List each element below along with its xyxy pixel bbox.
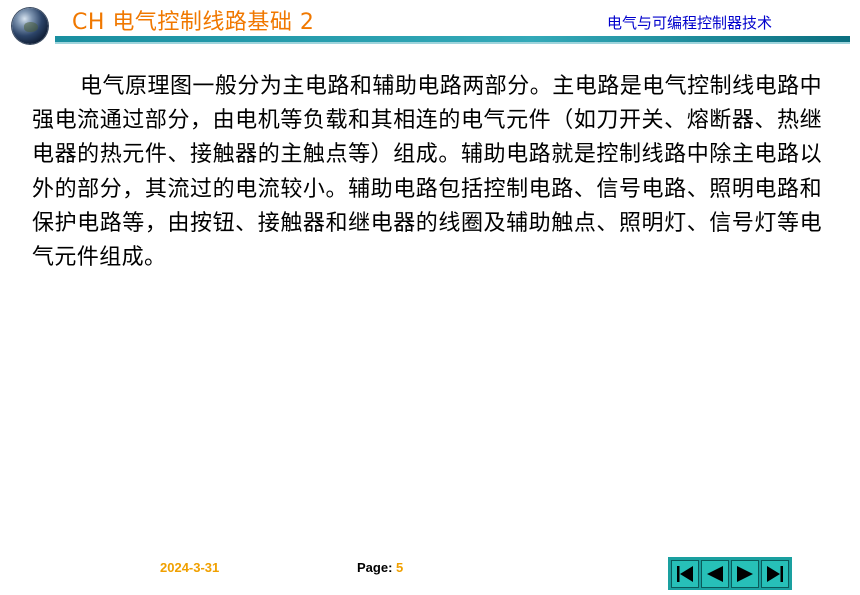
page-label: Page: [357,560,393,575]
first-page-icon [677,565,693,582]
last-page-button[interactable] [761,559,789,588]
previous-page-button[interactable] [701,559,729,588]
slide-navigation-bar [668,557,792,590]
chapter-title: CH 电气控制线路基础 2 [72,10,315,35]
globe-logo-icon [12,8,48,44]
main-content: 电气原理图一般分为主电路和辅助电路两部分。主电路是电气控制线电路中强电流通过部分… [32,70,822,275]
footer-page-indicator: Page: 5 [357,560,403,575]
first-page-button[interactable] [671,559,699,588]
footer-date: 2024-3-31 [160,560,220,575]
body-paragraph: 电气原理图一般分为主电路和辅助电路两部分。主电路是电气控制线电路中强电流通过部分… [32,74,822,271]
next-page-icon [737,565,753,582]
course-title: 电气与可编程控制器技术 [606,14,772,32]
page-number: 5 [396,560,404,575]
last-page-icon [767,565,783,582]
previous-page-icon [707,565,723,582]
next-page-button[interactable] [731,559,759,588]
header-divider-shadow [55,42,850,44]
